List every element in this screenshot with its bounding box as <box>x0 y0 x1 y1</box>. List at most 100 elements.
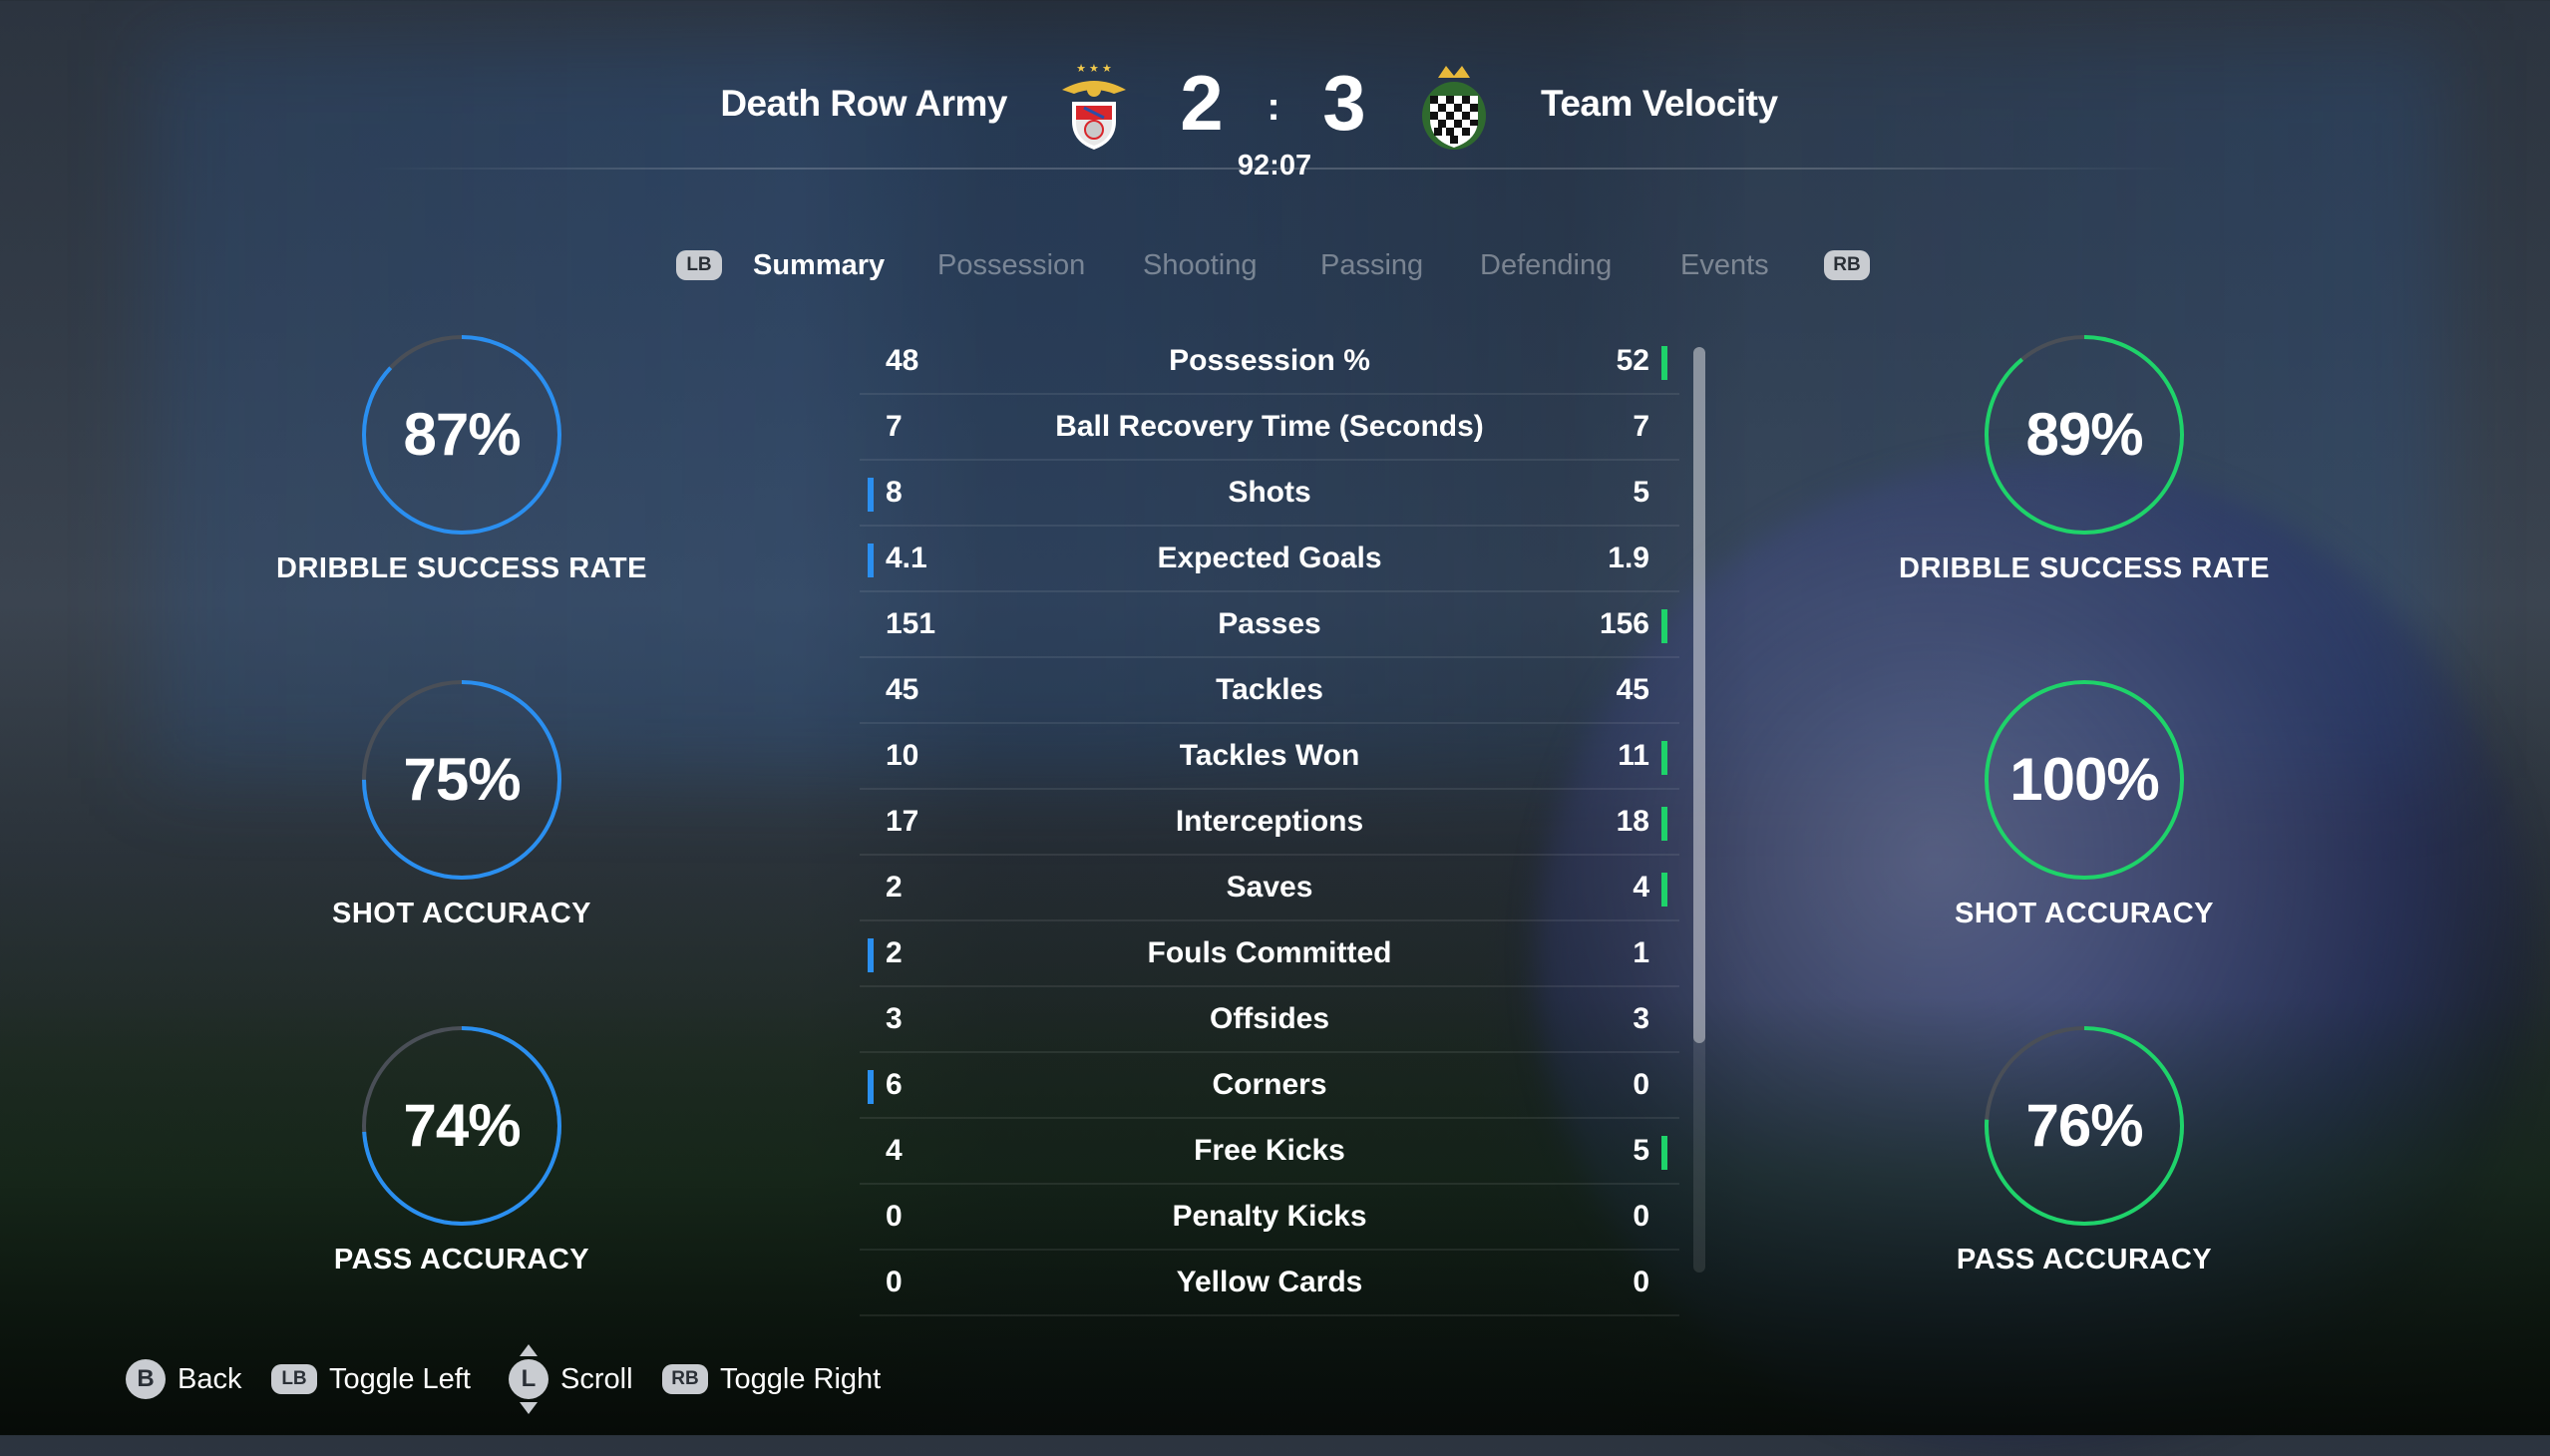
stat-name: Saves <box>1226 871 1313 904</box>
stat-row: Tackles 45 45 <box>860 658 1679 724</box>
away-team-crest-icon <box>1414 60 1494 155</box>
away-pass-accuracy-ring: 76% PASS ACCURACY <box>1885 1024 2284 1343</box>
lb-button-icon[interactable]: LB <box>676 250 722 280</box>
stats-tabs: LB Summary Possession Shooting Passing D… <box>0 237 2550 293</box>
scroll-label: Scroll <box>560 1363 633 1395</box>
toggle-left-hint[interactable]: LB Toggle Left <box>271 1344 491 1414</box>
toggle-right-hint[interactable]: RB Toggle Right <box>662 1344 902 1414</box>
stat-name: Interceptions <box>1175 805 1364 838</box>
home-stat-value: 151 <box>886 607 936 640</box>
stats-scrollbar[interactable] <box>1693 347 1705 1273</box>
home-stat-value: 48 <box>886 344 919 377</box>
b-button-icon: B <box>126 1359 166 1399</box>
away-stat-value: 52 <box>1616 344 1649 377</box>
stat-name: Tackles <box>1216 673 1323 706</box>
match-clock: 92:07 <box>1237 150 1312 182</box>
ring-label: DRIBBLE SUCCESS RATE <box>276 552 647 584</box>
tab-defending[interactable]: Defending <box>1480 237 1612 293</box>
rb-button-icon[interactable]: RB <box>1824 250 1870 280</box>
stat-name: Corners <box>1212 1068 1327 1101</box>
ring-label: SHOT ACCURACY <box>1955 898 2214 929</box>
button-hints: B Back LB Toggle Left L Scroll RB Toggle… <box>0 1344 2550 1414</box>
away-shot-accuracy-ring: 100% SHOT ACCURACY <box>1885 678 2284 997</box>
stats-scrollbar-thumb[interactable] <box>1693 347 1705 1043</box>
stat-row: Possession % 48 52 <box>860 329 1679 395</box>
ring-label: SHOT ACCURACY <box>332 898 591 929</box>
stat-name: Penalty Kicks <box>1172 1200 1367 1233</box>
stat-row: Yellow Cards 0 0 <box>860 1251 1679 1316</box>
home-stat-value: 0 <box>886 1266 903 1298</box>
ring-value: 100% <box>2009 746 2159 813</box>
scroll-hint[interactable]: L Scroll <box>509 1344 648 1414</box>
tab-events[interactable]: Events <box>1680 237 1769 293</box>
ring-label: PASS ACCURACY <box>333 1244 590 1275</box>
header-divider <box>369 168 2179 170</box>
stat-row: Interceptions 17 18 <box>860 790 1679 856</box>
home-stat-value: 4 <box>886 1134 903 1167</box>
ring-label: PASS ACCURACY <box>1956 1244 2213 1275</box>
home-team-name: Death Row Army <box>720 83 1007 124</box>
home-stat-value: 7 <box>886 410 903 443</box>
tab-shooting[interactable]: Shooting <box>1143 237 1258 293</box>
l-stick-icon: L <box>509 1359 548 1399</box>
stat-name: Ball Recovery Time (Seconds) <box>1055 410 1484 443</box>
home-score: 2 <box>1180 59 1224 147</box>
toggle-right-label: Toggle Right <box>720 1363 882 1395</box>
home-stat-value: 2 <box>886 936 903 969</box>
home-stat-value: 3 <box>886 1002 903 1035</box>
scroll-down-arrow-icon <box>520 1402 538 1414</box>
away-stat-value: 0 <box>1633 1266 1649 1298</box>
stat-name: Offsides <box>1209 1002 1330 1035</box>
stat-name: Expected Goals <box>1157 542 1382 574</box>
stat-row: Tackles Won 10 11 <box>860 724 1679 790</box>
stat-name: Fouls Committed <box>1147 936 1392 969</box>
toggle-left-label: Toggle Left <box>329 1363 471 1395</box>
away-stat-value: 1.9 <box>1608 542 1649 574</box>
home-dribble-ring: 87% DRIBBLE SUCCESS RATE <box>262 333 661 652</box>
stat-row: Expected Goals 4.1 1.9 <box>860 527 1679 592</box>
away-team-name: Team Velocity <box>1541 83 1778 124</box>
stat-row: Saves 2 4 <box>860 856 1679 921</box>
away-stat-value: 1 <box>1633 936 1649 969</box>
lb-button-icon: LB <box>271 1364 317 1394</box>
ring-value: 74% <box>403 1092 521 1159</box>
scroll-up-arrow-icon <box>520 1344 538 1356</box>
away-stat-value: 4 <box>1633 871 1649 904</box>
home-team-crest-icon: ★ ★ ★ <box>1054 60 1134 155</box>
home-stat-value: 4.1 <box>886 542 927 574</box>
home-stat-value: 0 <box>886 1200 903 1233</box>
home-shot-accuracy-ring: 75% SHOT ACCURACY <box>262 678 661 997</box>
stat-row: Corners 6 0 <box>860 1053 1679 1119</box>
score-separator: : <box>1267 85 1280 129</box>
home-stat-value: 8 <box>886 476 903 509</box>
ring-value: 87% <box>403 401 521 468</box>
back-label: Back <box>178 1363 242 1395</box>
away-stat-value: 11 <box>1618 739 1649 772</box>
away-stat-value: 156 <box>1599 607 1649 640</box>
home-stat-value: 10 <box>886 739 919 772</box>
back-hint[interactable]: B Back <box>126 1344 255 1414</box>
stat-name: Tackles Won <box>1179 739 1360 772</box>
tab-possession[interactable]: Possession <box>937 237 1085 293</box>
tab-summary[interactable]: Summary <box>753 237 885 293</box>
ring-value: 76% <box>2025 1092 2143 1159</box>
stat-name: Free Kicks <box>1194 1134 1345 1167</box>
rb-button-icon: RB <box>662 1364 708 1394</box>
ring-value: 89% <box>2025 401 2143 468</box>
stat-row: Passes 151 156 <box>860 592 1679 658</box>
away-stat-value: 5 <box>1633 476 1649 509</box>
away-stat-value: 0 <box>1633 1200 1649 1233</box>
stat-row: Fouls Committed 2 1 <box>860 921 1679 987</box>
home-stat-value: 17 <box>886 805 919 838</box>
away-stat-value: 18 <box>1616 805 1649 838</box>
stat-name: Yellow Cards <box>1176 1266 1363 1298</box>
ring-value: 75% <box>403 746 521 813</box>
stat-row: Offsides 3 3 <box>860 987 1679 1053</box>
stats-table[interactable]: Possession % 48 52 Ball Recovery Time (Seco… <box>860 329 1679 1316</box>
away-stat-value: 5 <box>1633 1134 1649 1167</box>
home-stat-value: 2 <box>886 871 903 904</box>
home-pass-accuracy-ring: 74% PASS ACCURACY <box>262 1024 661 1343</box>
stat-row: Free Kicks 4 5 <box>860 1119 1679 1185</box>
tab-passing[interactable]: Passing <box>1320 237 1423 293</box>
stat-row: Penalty Kicks 0 0 <box>860 1185 1679 1251</box>
